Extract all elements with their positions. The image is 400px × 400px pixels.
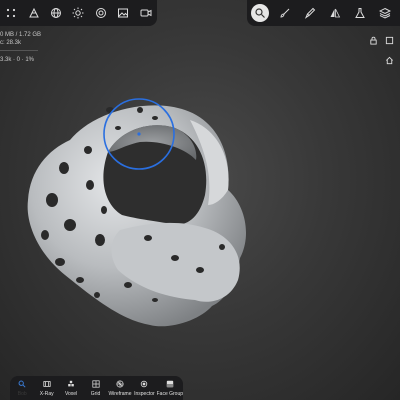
sphere-button[interactable] <box>45 0 67 26</box>
flask-button[interactable] <box>347 0 372 26</box>
lock-button[interactable] <box>367 34 379 46</box>
symmetry-button[interactable] <box>322 0 347 26</box>
image-button[interactable] <box>112 0 134 26</box>
video-camera-icon <box>140 9 152 17</box>
bottom-item-wireframe[interactable]: Wireframe <box>108 376 132 400</box>
grid-icon <box>91 380 100 388</box>
brush-button[interactable] <box>272 0 297 26</box>
bottom-item-label: X-Ray <box>39 391 54 397</box>
xray-icon <box>43 381 51 387</box>
right-toolbar <box>247 0 400 26</box>
layers-icon <box>378 7 391 19</box>
bottom-item-face-group[interactable]: Face Group <box>157 376 183 400</box>
grid-dots-icon <box>7 8 16 18</box>
bottom-item-grid[interactable]: Grid <box>83 376 107 400</box>
bottom-item-inspector[interactable]: Inspector <box>132 376 156 400</box>
sphere-icon <box>51 8 62 18</box>
video-camera-button[interactable] <box>135 0 157 26</box>
sun-button[interactable] <box>67 0 89 26</box>
target-button[interactable] <box>90 0 112 26</box>
home-icon <box>385 56 393 64</box>
bottom-item-label: Face Group <box>156 391 184 397</box>
image-icon <box>118 8 129 18</box>
left-toolbar <box>0 0 157 26</box>
symmetry-icon <box>330 8 340 18</box>
bottom-item-label: Grid <box>90 391 101 397</box>
topology-icon <box>28 7 39 18</box>
bottom-item-xray[interactable]: X-Ray <box>34 376 58 400</box>
fullscreen-icon <box>385 36 393 44</box>
bottom-item-label: Inspector <box>134 391 155 397</box>
topology-button[interactable] <box>22 0 44 26</box>
brush-icon <box>279 8 289 18</box>
sculpt-tool-button[interactable] <box>247 0 272 26</box>
bottom-item-label: Voxel <box>64 391 78 397</box>
viewport-mesh[interactable] <box>0 0 400 400</box>
search-icon <box>18 380 26 388</box>
sculpt-brush-icon <box>254 8 265 18</box>
bottom-item-label: Bob <box>17 391 27 397</box>
extra-stats: 3.3k · 0 · 1% <box>0 57 35 63</box>
voxel-icon <box>68 380 74 387</box>
layers-button[interactable] <box>372 0 397 26</box>
bottom-item-label: Wireframe <box>108 391 132 397</box>
scene-stats: 0 MB / 1.72 GB c: 28.3k <box>0 31 41 47</box>
home-view-button[interactable] <box>383 54 395 66</box>
fullscreen-button[interactable] <box>383 34 395 46</box>
vertex-readout: c: 28.3k <box>0 40 22 46</box>
paint-button[interactable] <box>297 0 322 26</box>
memory-readout: 0 MB / 1.72 GB <box>0 32 42 38</box>
lock-icon <box>369 36 377 45</box>
bottom-view-bar: Bob X-Ray Voxel Grid Wireframe Inspector… <box>10 376 183 400</box>
face-group-icon <box>166 380 174 388</box>
stats-divider <box>0 50 38 51</box>
bottom-item-voxel[interactable]: Voxel <box>59 376 83 400</box>
sun-icon <box>72 7 84 19</box>
target-icon <box>95 8 106 18</box>
flask-icon <box>354 8 365 18</box>
paint-icon <box>304 7 315 19</box>
bottom-item-bob[interactable]: Bob <box>10 376 34 400</box>
wireframe-icon <box>116 380 124 388</box>
inspector-icon <box>141 380 148 388</box>
grid-dots-button[interactable] <box>0 0 22 26</box>
